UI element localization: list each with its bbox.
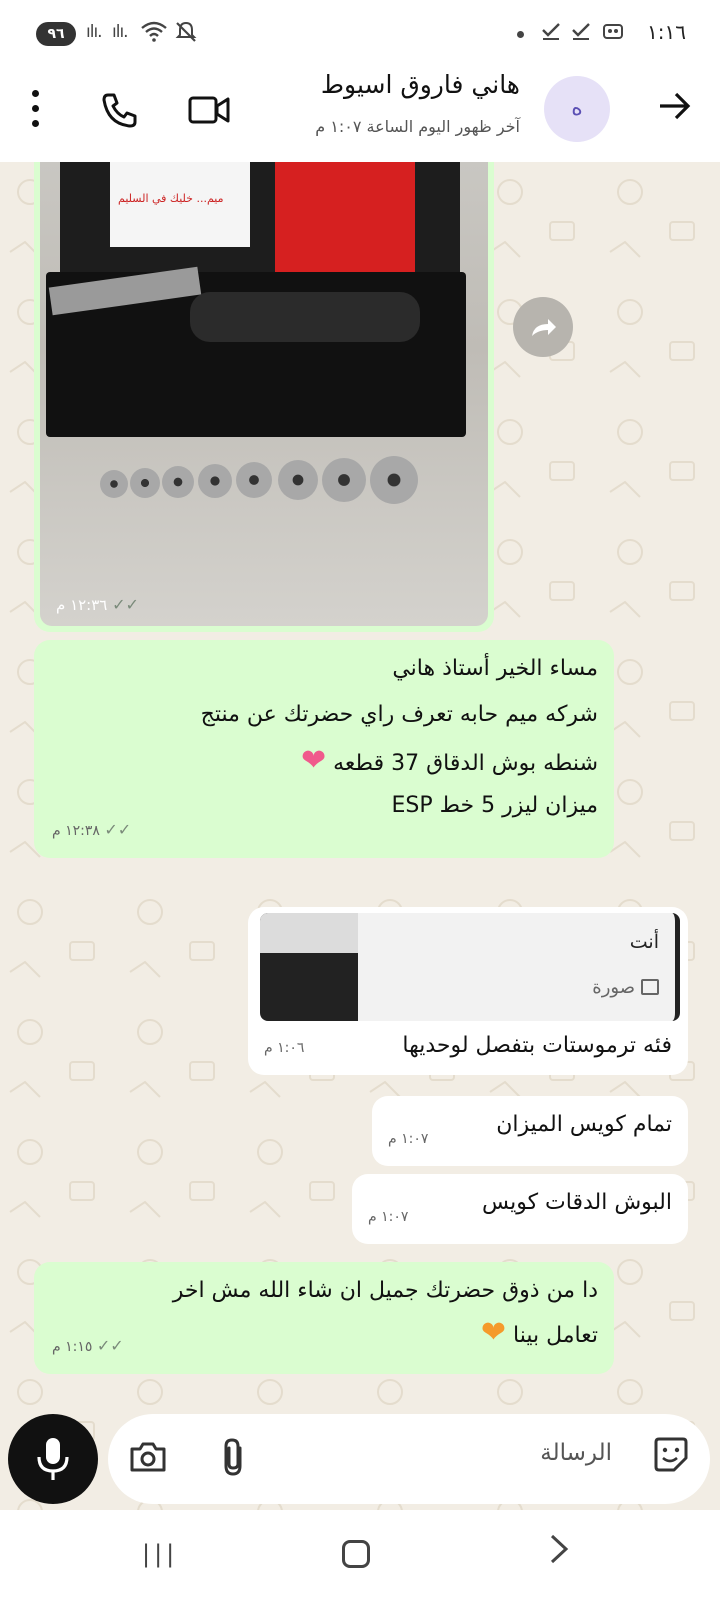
video-call-icon[interactable] xyxy=(188,92,230,132)
product-photo[interactable]: ميم... خليك في السليم ✓✓ ١٢:٣٦ م xyxy=(40,162,488,626)
message-time: ✓✓ ١٢:٣٦ م xyxy=(56,595,139,614)
message-time: ١:٠٧ م xyxy=(368,1209,409,1225)
message-input[interactable]: الرسالة xyxy=(108,1414,710,1504)
read-ticks-icon: ✓✓ xyxy=(96,1336,124,1355)
voicemail-icon xyxy=(602,20,624,47)
incoming-message[interactable]: تمام كويس الميزان ١:٠٧ م xyxy=(372,1096,688,1166)
message-time: ✓✓ ١:١٥ م xyxy=(52,1336,124,1355)
battery-indicator: ٩٦ xyxy=(36,22,76,46)
read-ticks-icon: ✓✓ xyxy=(112,595,139,614)
incoming-message[interactable]: البوش الدقات كويس ١:٠٧ م xyxy=(352,1174,688,1244)
quote-thumbnail xyxy=(260,913,358,1021)
camera-icon[interactable] xyxy=(128,1440,168,1478)
status-bar: ٩٦ ılı. ılı. ١:١٦ xyxy=(0,0,720,62)
message-text: البوش الدقات كويس xyxy=(482,1190,672,1215)
orange-heart-emoji: ❤ xyxy=(480,1315,507,1350)
contact-name[interactable]: هاني فاروق اسيوط xyxy=(321,70,520,99)
image-icon xyxy=(641,979,659,995)
outgoing-message[interactable]: مساء الخير أستاذ هاني شركه ميم حابه تعرف… xyxy=(34,640,614,858)
message-line: شركه ميم حابه تعرف راي حضرتك عن منتج xyxy=(200,702,598,727)
message-placeholder: الرسالة xyxy=(540,1440,612,1466)
quoted-message[interactable]: أنت صورة xyxy=(260,913,680,1021)
mute-icon xyxy=(174,20,198,49)
mic-icon[interactable] xyxy=(8,1414,98,1504)
nav-back-icon[interactable] xyxy=(548,1532,572,1574)
attach-icon[interactable] xyxy=(220,1436,248,1482)
last-seen-status: آخر ظهور اليوم الساعة ١:٠٧ م xyxy=(315,117,520,136)
avatar[interactable]: ه xyxy=(544,76,610,142)
wifi-icon xyxy=(140,20,168,47)
check-icon xyxy=(540,20,562,47)
status-time: ١:١٦ xyxy=(647,20,686,44)
message-text: تمام كويس الميزان xyxy=(496,1112,672,1137)
recents-icon[interactable]: ||| xyxy=(142,1540,178,1568)
back-arrow-icon[interactable] xyxy=(656,88,692,133)
photo-paper-text: ميم... خليك في السليم xyxy=(118,192,224,205)
read-ticks-icon: ✓✓ xyxy=(104,820,132,839)
more-options-icon[interactable] xyxy=(32,90,42,130)
message-time: ١:٠٦ م xyxy=(264,1040,305,1056)
incoming-message[interactable]: أنت صورة فئه ترموستات بتفصل لوحديها ١:٠٦… xyxy=(248,907,688,1075)
message-line: مساء الخير أستاذ هاني xyxy=(392,656,598,681)
quote-author: أنت xyxy=(629,931,659,953)
sticker-icon[interactable] xyxy=(650,1434,692,1480)
message-line: تعامل بينا xyxy=(513,1323,598,1348)
heart-emoji: ❤ xyxy=(301,743,327,778)
phone-call-icon[interactable] xyxy=(100,90,140,134)
home-icon[interactable] xyxy=(342,1540,370,1568)
quote-type: صورة xyxy=(592,969,659,1007)
message-time: ١:٠٧ م xyxy=(388,1131,429,1147)
notification-dot xyxy=(517,31,524,38)
outgoing-message[interactable]: دا من ذوق حضرتك جميل ان شاء الله مش اخر … xyxy=(34,1262,614,1374)
message-text: فئه ترموستات بتفصل لوحديها xyxy=(402,1033,672,1058)
message-line: دا من ذوق حضرتك جميل ان شاء الله مش اخر xyxy=(172,1278,598,1303)
chat-area: ميم... خليك في السليم ✓✓ ١٢:٣٦ م مساء ال… xyxy=(0,162,720,1512)
check-icon-2 xyxy=(570,20,592,47)
message-composer: الرسالة xyxy=(0,1408,720,1518)
system-navigation-bar: ||| xyxy=(0,1510,720,1600)
photo-message[interactable]: ميم... خليك في السليم ✓✓ ١٢:٣٦ م xyxy=(34,162,494,632)
forward-icon[interactable] xyxy=(513,297,573,357)
signal-icon: ılı. xyxy=(86,22,103,42)
chat-header: هاني فاروق اسيوط آخر ظهور اليوم الساعة ١… xyxy=(0,62,720,162)
message-line: شنطه بوش الدقاق 37 قطعه xyxy=(333,751,598,776)
message-time: ✓✓ ١٢:٣٨ م xyxy=(52,820,132,839)
signal-icon-2: ılı. xyxy=(112,22,129,42)
